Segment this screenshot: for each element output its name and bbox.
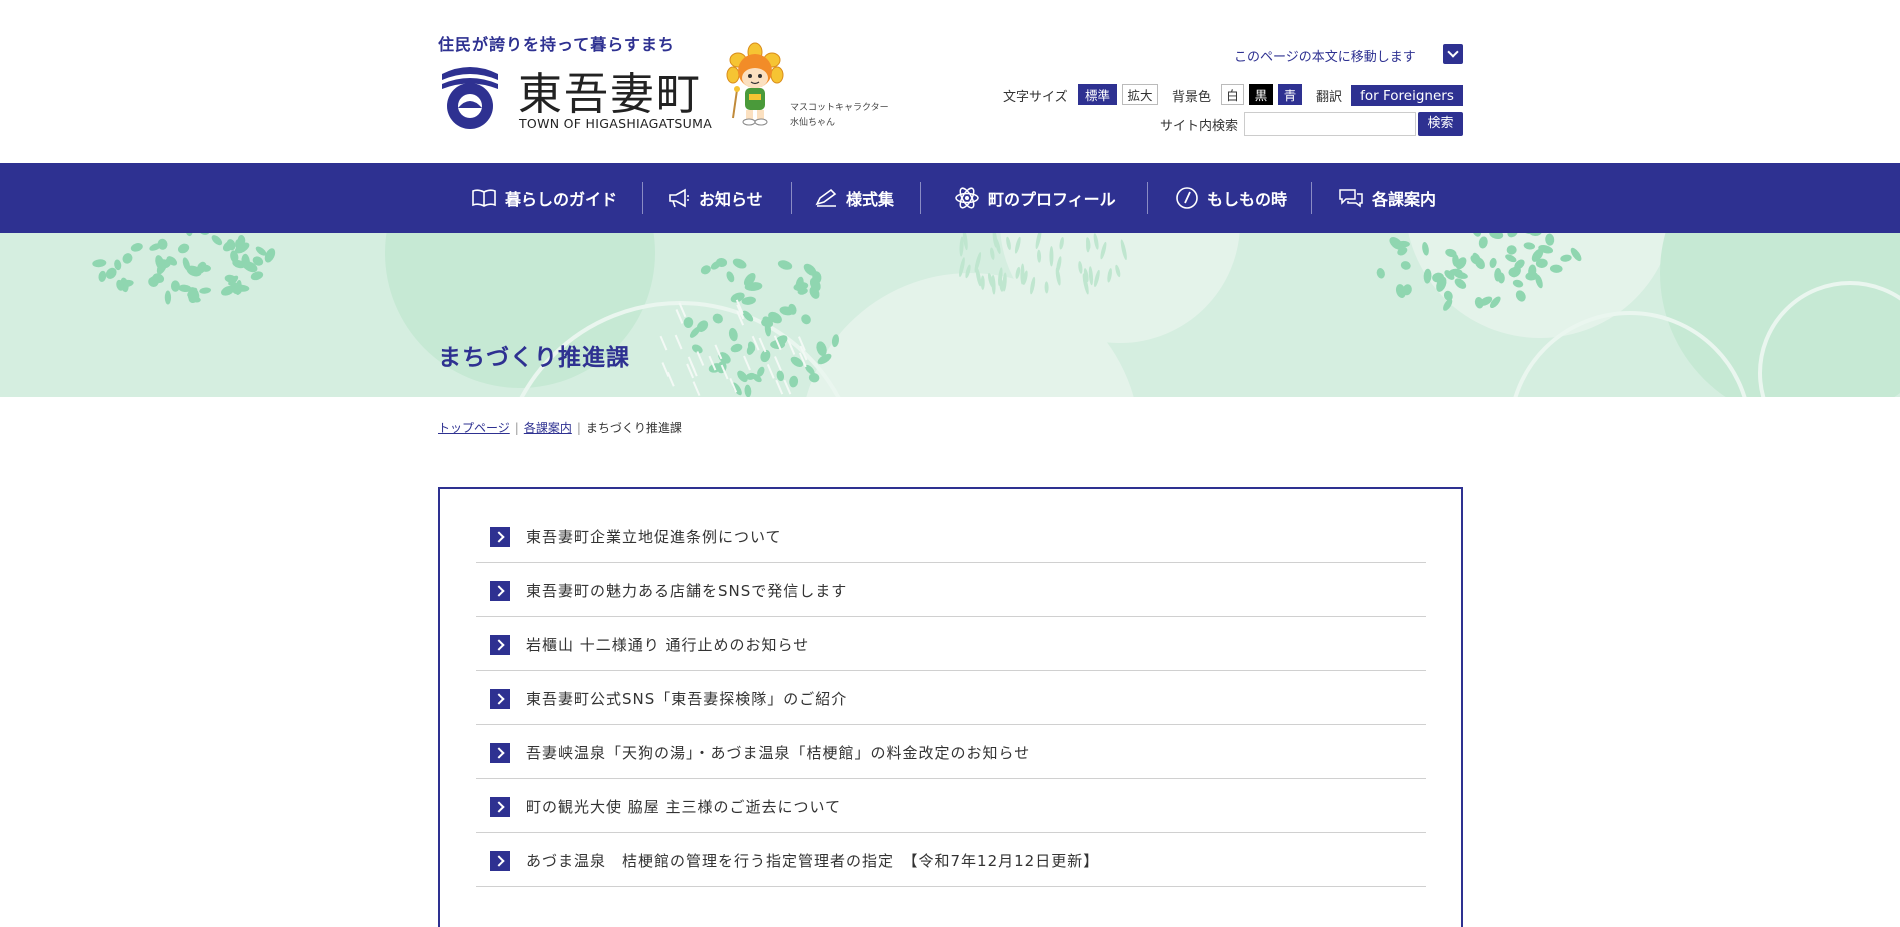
chevron-right-icon — [490, 527, 510, 547]
breadcrumb-home-link[interactable]: トップページ — [438, 421, 510, 435]
nav-label: 様式集 — [846, 190, 895, 209]
nav-item-departments[interactable]: 各課案内 — [1338, 163, 1436, 233]
nav-item-forms[interactable]: 様式集 — [814, 163, 894, 233]
list-item[interactable]: 吾妻峡温泉「天狗の湯」・あづま温泉「桔梗館」の料金改定のお知らせ — [476, 725, 1426, 779]
atom-icon — [955, 187, 979, 209]
nav-divider — [1147, 182, 1148, 214]
font-size-large-button[interactable]: 拡大 — [1122, 84, 1158, 105]
site-header: 住民が誇りを持って暮らすまち 東吾妻町 TOWN OF HIGASHIAGATS… — [0, 0, 1900, 163]
nav-label: お知らせ — [699, 190, 763, 209]
nav-divider — [1311, 182, 1312, 214]
mascot-icon — [726, 42, 784, 126]
bg-blue-button[interactable]: 青 — [1278, 84, 1302, 105]
chevron-right-icon — [490, 743, 510, 763]
chevron-right-icon — [490, 581, 510, 601]
search-button[interactable]: 検索 — [1418, 112, 1463, 136]
page-hero-banner — [0, 233, 1900, 397]
breadcrumb-current: まちづくり推進課 — [585, 421, 682, 435]
nav-divider — [920, 182, 921, 214]
megaphone-icon — [669, 188, 689, 208]
site-logo-english: TOWN OF HIGASHIAGATSUMA — [519, 116, 713, 131]
search-input[interactable] — [1244, 112, 1416, 136]
list-item-link[interactable]: 東吾妻町公式SNS「東吾妻探検隊」のご紹介 — [526, 688, 847, 709]
breadcrumb: トップページ | 各課案内 | まちづくり推進課 — [438, 419, 682, 436]
chevron-right-icon — [490, 797, 510, 817]
bg-color-label: 背景色 — [1172, 90, 1212, 105]
mascot-label: マスコットキャラクター 水仙ちゃん — [790, 101, 889, 131]
list-item-link[interactable]: 東吾妻町企業立地促進条例について — [526, 526, 782, 547]
pen-icon — [815, 188, 837, 207]
list-item[interactable]: 東吾妻町企業立地促進条例について — [476, 509, 1426, 563]
list-item-link[interactable]: 岩櫃山 十二様通り 通行止めのお知らせ — [526, 634, 809, 655]
decorative-pattern — [92, 233, 1900, 397]
chat-icon — [1339, 189, 1363, 208]
site-search-label: サイト内検索 — [1160, 119, 1239, 134]
list-item[interactable]: 町の観光大使 脇屋 主三様のご逝去について — [476, 779, 1426, 833]
list-item-link[interactable]: あづま温泉 桔梗館の管理を行う指定管理者の指定 【令和7年12月12日更新】 — [526, 850, 1099, 871]
page: 住民が誇りを持って暮らすまち 東吾妻町 TOWN OF HIGASHIAGATS… — [0, 0, 1900, 927]
mascot-caption: マスコットキャラクター — [790, 103, 889, 113]
list-item[interactable]: 東吾妻町の魅力ある店舗をSNSで発信します — [476, 563, 1426, 617]
nav-item-emergency[interactable]: もしもの時 — [1175, 163, 1287, 233]
nav-label: 暮らしのガイド — [505, 190, 618, 209]
nav-label: 各課案内 — [1372, 190, 1437, 209]
town-emblem-icon[interactable] — [438, 64, 502, 130]
chevron-right-icon — [490, 689, 510, 709]
chevron-right-icon — [490, 635, 510, 655]
translate-label: 翻訳 — [1316, 90, 1343, 105]
site-logo-text[interactable]: 東吾妻町 — [518, 58, 702, 122]
chevron-down-icon[interactable] — [1443, 44, 1463, 64]
nav-item-living-guide[interactable]: 暮らしのガイド — [471, 163, 617, 233]
breadcrumb-separator: | — [576, 421, 581, 435]
list-item[interactable]: 東吾妻町公式SNS「東吾妻探検隊」のご紹介 — [476, 671, 1426, 725]
nav-divider — [642, 182, 643, 214]
list-item[interactable]: あづま温泉 桔梗館の管理を行う指定管理者の指定 【令和7年12月12日更新】 — [476, 833, 1426, 887]
nav-item-news[interactable]: お知らせ — [667, 163, 763, 233]
book-icon — [472, 189, 496, 207]
list-item[interactable]: 岩櫃山 十二様通り 通行止めのお知らせ — [476, 617, 1426, 671]
page-title: まちづくり推進課 — [438, 345, 630, 371]
breadcrumb-departments-link[interactable]: 各課案内 — [524, 421, 572, 435]
mascot-name: 水仙ちゃん — [790, 118, 836, 128]
global-nav: 暮らしのガイド お知らせ 様式集 町のプロフィール もしもの時 各課案内 — [0, 163, 1900, 233]
font-size-standard-button[interactable]: 標準 — [1078, 84, 1117, 105]
bg-black-button[interactable]: 黒 — [1249, 84, 1273, 105]
nav-label: もしもの時 — [1207, 190, 1288, 209]
list-item-link[interactable]: 吾妻峡温泉「天狗の湯」・あづま温泉「桔梗館」の料金改定のお知らせ — [526, 742, 1030, 763]
skip-to-content-link[interactable]: このページの本文に移動します — [1234, 46, 1416, 65]
nav-divider — [791, 182, 792, 214]
breadcrumb-separator: | — [514, 421, 519, 435]
chevron-right-icon — [490, 851, 510, 871]
font-size-label: 文字サイズ — [1003, 90, 1068, 105]
list-item-link[interactable]: 町の観光大使 脇屋 主三様のご逝去について — [526, 796, 841, 817]
for-foreigners-button[interactable]: for Foreigners — [1351, 85, 1463, 106]
bg-white-button[interactable]: 白 — [1221, 84, 1244, 105]
nav-label: 町のプロフィール — [988, 190, 1116, 209]
compass-icon — [1176, 187, 1198, 209]
list-item-link[interactable]: 東吾妻町の魅力ある店舗をSNSで発信します — [526, 580, 847, 601]
nav-item-town-profile[interactable]: 町のプロフィール — [954, 163, 1116, 233]
site-slogan: 住民が誇りを持って暮らすまち — [438, 35, 675, 54]
